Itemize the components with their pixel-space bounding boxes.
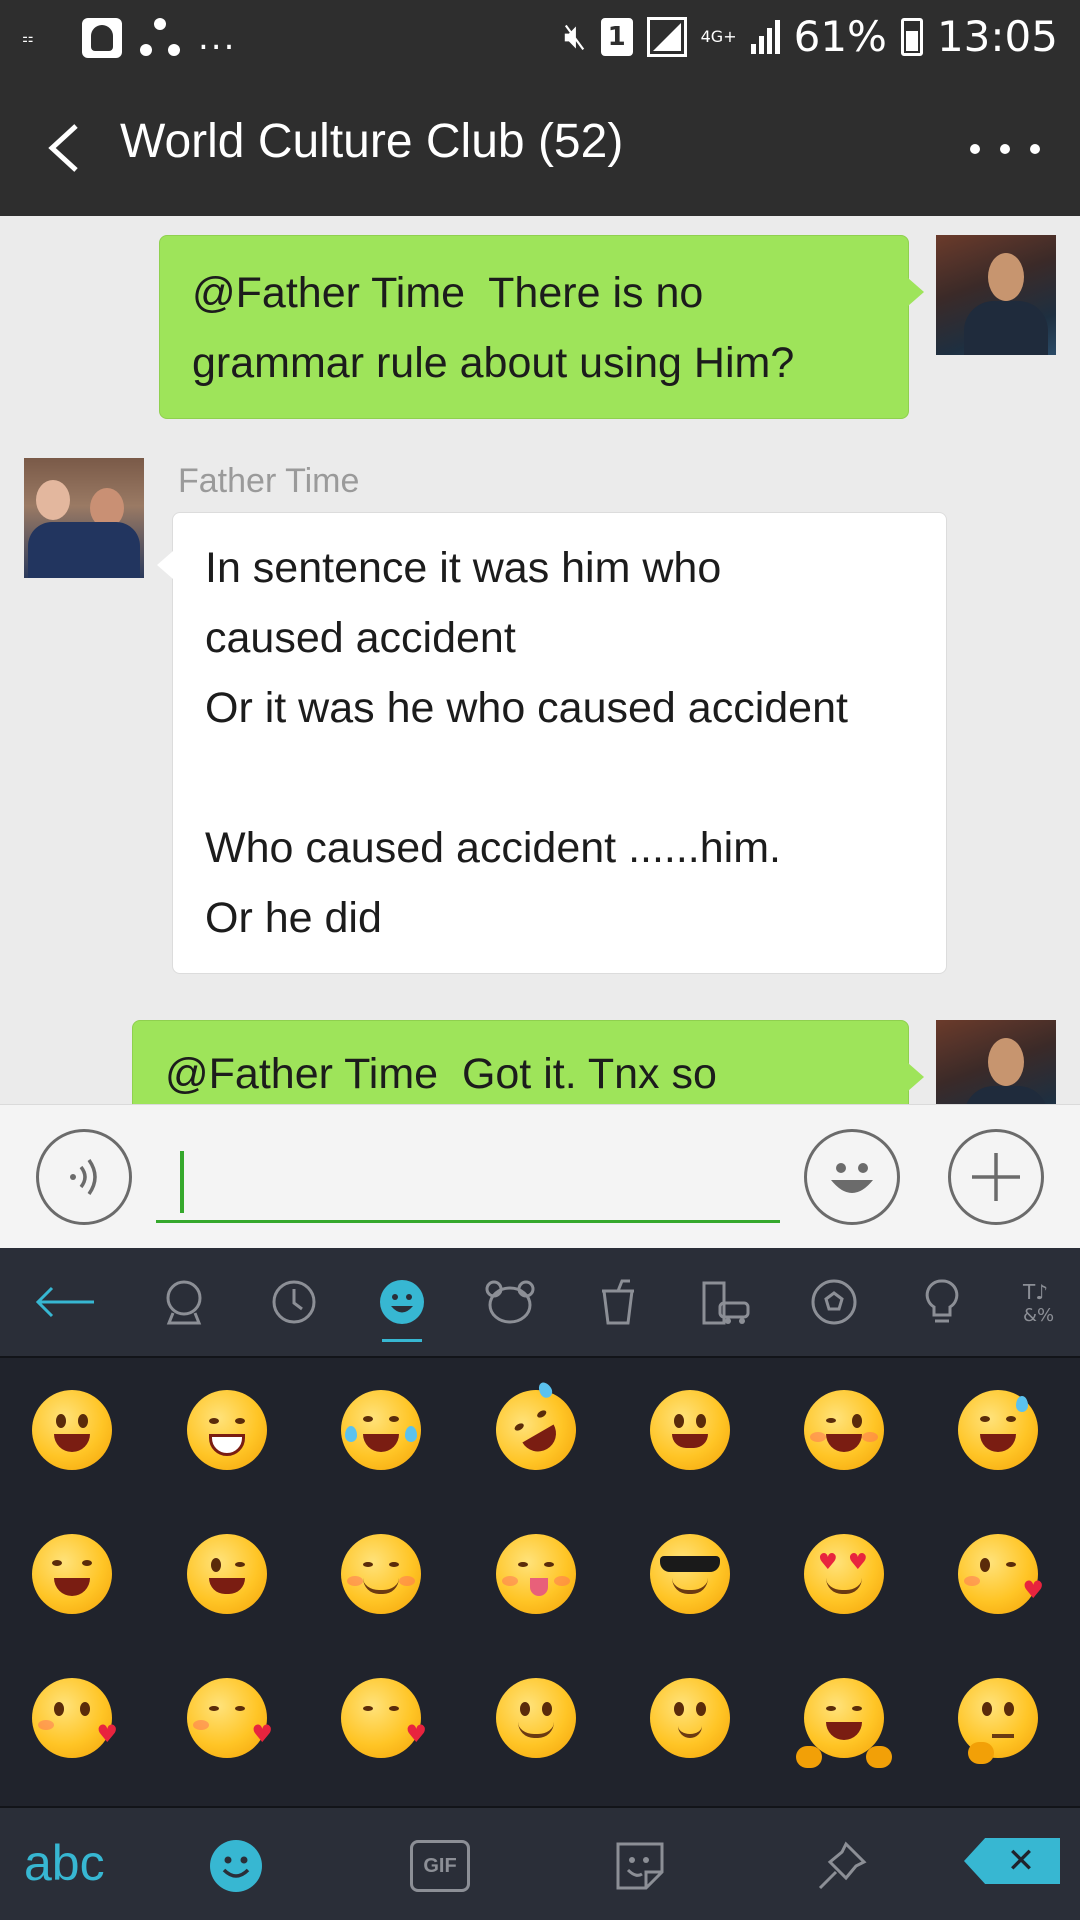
sticker-icon <box>616 1842 664 1890</box>
battery-icon <box>900 17 923 56</box>
message-input[interactable] <box>156 1141 780 1223</box>
tab-objects[interactable] <box>910 1270 974 1334</box>
input-bar <box>0 1104 1080 1248</box>
emoji-kissing-heart-3[interactable]: ♥ <box>341 1678 427 1758</box>
emoji-squinting-laugh[interactable] <box>32 1534 112 1614</box>
text-cursor <box>180 1151 184 1213</box>
tab-recent[interactable] <box>152 1270 216 1334</box>
mute-icon: 🔇︎ <box>563 15 587 57</box>
emoji-icon <box>831 1163 873 1193</box>
emoji-savoring[interactable] <box>496 1534 576 1614</box>
emoji-slight-smile[interactable] <box>496 1678 576 1758</box>
message-bubble-outgoing[interactable]: @Father Time Got it. Tnx so <box>132 1020 924 1104</box>
pin-button[interactable] <box>810 1834 874 1898</box>
recent-icon <box>166 1280 202 1325</box>
chevron-left-icon <box>48 124 78 172</box>
chat-title: World Culture Club (52) <box>120 115 624 168</box>
more-dots-icon <box>970 144 980 154</box>
emoji-heart-eyes[interactable]: ♥ ♥ <box>804 1534 884 1614</box>
sender-name: Father Time <box>178 462 360 500</box>
chat-header: World Culture Club (52) <box>0 78 1080 216</box>
emoji-keyboard: T♪ &% ♥ ♥ ♥ ♥ ♥ ♥ abc GIF ✕ <box>0 1248 1080 1920</box>
building-icon <box>702 1281 750 1325</box>
avatar[interactable] <box>24 458 144 578</box>
emoji-hugging[interactable] <box>796 1678 892 1768</box>
keyboard-back-button[interactable] <box>34 1270 98 1334</box>
emoji-slight-smile-2[interactable] <box>650 1678 730 1758</box>
back-button[interactable] <box>30 108 110 188</box>
delete-button[interactable]: ✕ <box>964 1838 1060 1884</box>
emoji-sunglasses[interactable] <box>650 1534 730 1614</box>
network-type: 4G+ <box>700 26 737 46</box>
plus-icon <box>972 1153 1020 1201</box>
more-button[interactable] <box>970 114 1040 184</box>
abc-button[interactable]: abc <box>24 1834 105 1892</box>
message-bubble-outgoing[interactable]: @Father Time There is no grammar rule ab… <box>159 235 924 419</box>
emoji-mode-button[interactable] <box>204 1834 268 1898</box>
cup-icon <box>602 1279 634 1325</box>
emoji-winking-tongue[interactable] <box>804 1390 884 1470</box>
message-text: @Father Time There is no grammar rule ab… <box>192 269 795 387</box>
wifi-signal-icon <box>646 16 687 57</box>
emoji-kissing-heart[interactable]: ♥ <box>958 1534 1044 1614</box>
cell-signal-icon <box>750 19 780 54</box>
emoji-grinning-big-eyes[interactable] <box>650 1390 730 1470</box>
voice-icon <box>70 1158 97 1196</box>
gif-icon: GIF <box>410 1840 470 1892</box>
plus-button[interactable] <box>948 1129 1044 1225</box>
message-bubble-incoming[interactable]: In sentence it was him who caused accide… <box>157 512 947 974</box>
keyboard-bottom-bar: abc GIF ✕ <box>0 1806 1080 1920</box>
emoji-category-bar: T♪ &% <box>0 1248 1080 1358</box>
tab-travel[interactable] <box>694 1270 758 1334</box>
emoji-smiling-eyes[interactable] <box>341 1534 421 1614</box>
bulb-icon <box>925 1279 959 1323</box>
battery-percent: 61% <box>793 12 887 61</box>
message-text: In sentence it was him who caused accide… <box>205 544 848 942</box>
share-notification-icon <box>138 16 182 60</box>
status-bar: ⚏ ... 🔇︎ 1 4G+ 61% 13:05 <box>0 0 1080 78</box>
sticker-button[interactable] <box>608 1834 672 1898</box>
clock-time: 13:05 <box>936 12 1058 61</box>
sim-slot-badge: 1 <box>600 17 633 56</box>
emoji-grinning[interactable] <box>32 1390 112 1470</box>
svg-text:&%: &% <box>1023 1305 1054 1326</box>
emoji-button[interactable] <box>804 1129 900 1225</box>
smiley-icon <box>210 1840 262 1892</box>
tab-smileys[interactable] <box>370 1270 434 1342</box>
message-text: @Father Time Got it. Tnx so <box>165 1050 717 1098</box>
ball-icon <box>811 1279 857 1325</box>
pin-icon <box>818 1841 867 1890</box>
avatar[interactable] <box>936 1020 1056 1104</box>
smiley-icon <box>380 1280 424 1324</box>
emoji-sweat-smile[interactable] <box>958 1390 1038 1470</box>
tab-food[interactable] <box>586 1270 650 1334</box>
status-right: 🔇︎ 1 4G+ 61% 13:05 <box>564 12 1058 61</box>
emoji-grid: ♥ ♥ ♥ ♥ ♥ ♥ <box>0 1360 1080 1806</box>
voice-button[interactable] <box>36 1129 132 1225</box>
emoji-kissing-heart-2[interactable]: ♥ <box>32 1678 118 1758</box>
notification-icon: ⚏ <box>22 30 34 46</box>
tab-activities[interactable] <box>802 1270 866 1334</box>
tab-animals[interactable] <box>478 1270 542 1334</box>
status-left: ⚏ ... <box>22 16 236 60</box>
clock-icon <box>272 1280 316 1324</box>
tab-clock[interactable] <box>262 1270 326 1334</box>
emoji-rofl[interactable] <box>481 1375 591 1485</box>
tab-symbols[interactable]: T♪ &% <box>1012 1270 1076 1334</box>
avatar[interactable] <box>936 235 1056 355</box>
message-list[interactable]: @Father Time There is no grammar rule ab… <box>0 216 1080 1104</box>
emoji-tears-of-joy[interactable] <box>341 1390 421 1470</box>
emoji-winking-smile[interactable] <box>187 1534 267 1614</box>
emoji-kissing-closed-eyes[interactable]: ♥ <box>187 1678 273 1758</box>
back-arrow-icon <box>35 1286 94 1318</box>
emoji-beaming[interactable] <box>187 1390 267 1470</box>
more-notifications-text: ... <box>198 18 237 58</box>
gif-button[interactable]: GIF <box>408 1834 472 1898</box>
svg-text:T♪: T♪ <box>1022 1280 1048 1304</box>
symbols-icon: T♪ &% <box>1022 1280 1054 1326</box>
animal-icon <box>485 1280 535 1324</box>
app-notification-icon <box>82 18 122 58</box>
emoji-thinking[interactable] <box>958 1678 1038 1764</box>
